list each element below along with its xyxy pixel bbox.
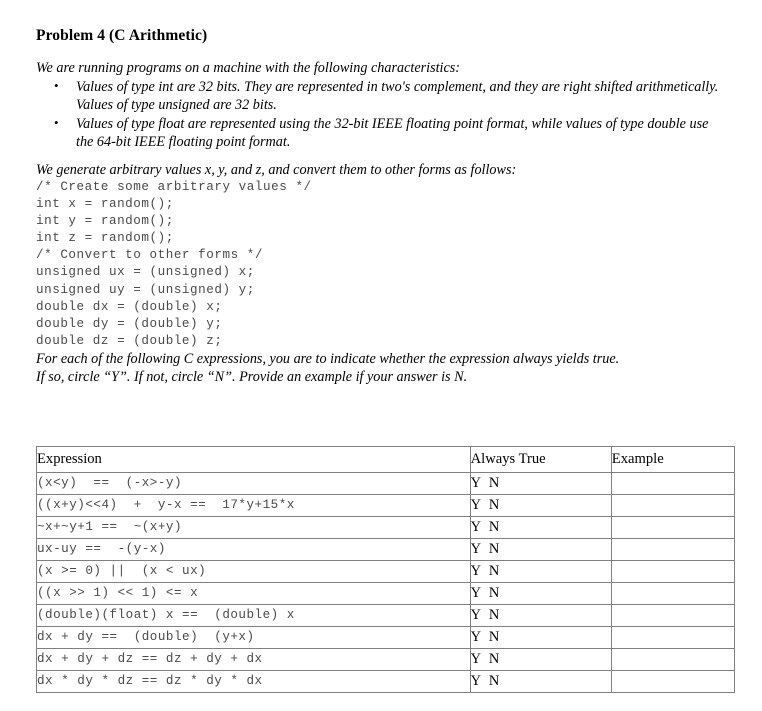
column-header-expression: Expression: [36, 446, 471, 473]
expression-cell: ((x >> 1) << 1) <= x: [36, 582, 471, 605]
always-true-cell[interactable]: Y N: [469, 516, 612, 539]
document-body: Problem 4 (C Arithmetic) We are running …: [36, 26, 736, 387]
always-true-cell[interactable]: Y N: [469, 648, 612, 671]
always-true-cell[interactable]: Y N: [469, 626, 612, 649]
code-line: double dz = (double) z;: [36, 333, 223, 348]
table-header-row: Expression Always True Example: [36, 446, 736, 473]
example-cell[interactable]: [610, 648, 736, 671]
always-true-cell[interactable]: Y N: [469, 538, 612, 561]
list-item: Values of type int are 32 bits. They are…: [36, 77, 724, 115]
example-cell[interactable]: [610, 560, 736, 583]
example-cell[interactable]: [610, 670, 736, 693]
intro-paragraph: We are running programs on a machine wit…: [36, 60, 461, 76]
expression-cell: (x<y) == (-x>-y): [36, 472, 471, 495]
table-row: dx + dy + dz == dz + dy + dx Y N: [36, 648, 736, 671]
code-line: int z = random();: [36, 231, 174, 246]
expression-cell: (x >= 0) || (x < ux): [36, 560, 471, 583]
example-cell[interactable]: [610, 494, 736, 517]
table-row: dx * dy * dz == dz * dy * dx Y N: [36, 670, 736, 693]
code-line: /* Create some arbitrary values */: [36, 180, 312, 194]
expression-cell: ~x+~y+1 == ~(x+y): [36, 516, 471, 539]
always-true-cell[interactable]: Y N: [469, 670, 612, 693]
always-true-cell[interactable]: Y N: [469, 560, 612, 583]
table-body: (x<y) == (-x>-y) Y N ((x+y)<<4) + y-x ==…: [36, 472, 736, 693]
instructions-line-2: If so, circle “Y”. If not, circle “N”. P…: [36, 369, 468, 386]
expression-cell: dx + dy == (double) (y+x): [36, 626, 471, 649]
expression-cell: dx + dy + dz == dz + dy + dx: [36, 648, 471, 671]
code-line: unsigned ux = (unsigned) x;: [36, 265, 255, 280]
table-row: (x >= 0) || (x < ux) Y N: [36, 560, 736, 583]
page-title: Problem 4 (C Arithmetic): [36, 27, 208, 44]
example-cell[interactable]: [610, 582, 736, 605]
always-true-cell[interactable]: Y N: [469, 472, 612, 495]
table-row: ((x >> 1) << 1) <= x Y N: [36, 582, 736, 605]
table-row: (double)(float) x == (double) x Y N: [36, 604, 736, 627]
example-cell[interactable]: [610, 626, 736, 649]
expression-cell: ((x+y)<<4) + y-x == 17*y+15*x: [36, 494, 471, 517]
instructions-line-1: For each of the following C expressions,…: [36, 350, 620, 367]
example-cell[interactable]: [610, 538, 736, 561]
code-line: int x = random();: [36, 197, 174, 212]
code-line: double dx = (double) x;: [36, 299, 223, 314]
code-line: double dy = (double) y;: [36, 316, 223, 331]
code-line: unsigned uy = (unsigned) y;: [36, 282, 255, 297]
table-row: ((x+y)<<4) + y-x == 17*y+15*x Y N: [36, 494, 736, 517]
example-cell[interactable]: [610, 472, 736, 495]
table-row: dx + dy == (double) (y+x) Y N: [36, 626, 736, 649]
example-cell[interactable]: [610, 604, 736, 627]
code-block: /* Create some arbitrary values */ int x …: [36, 179, 736, 350]
expression-cell: (double)(float) x == (double) x: [36, 604, 471, 627]
generate-values-paragraph: We generate arbitrary values x, y, and z…: [36, 161, 517, 178]
always-true-cell[interactable]: Y N: [469, 582, 612, 605]
example-cell[interactable]: [610, 516, 736, 539]
expressions-table: Expression Always True Example (x<y) == …: [36, 446, 736, 693]
column-header-always-true: Always True: [469, 446, 612, 473]
code-line: /* Convert to other forms */: [36, 248, 264, 263]
table-row: ux-uy == -(y-x) Y N: [36, 538, 736, 561]
characteristics-list: Values of type int are 32 bits. They are…: [36, 77, 736, 152]
column-header-example: Example: [610, 446, 736, 473]
list-item: Values of type float are represented usi…: [36, 114, 724, 152]
code-line: int y = random();: [36, 214, 174, 229]
expression-cell: ux-uy == -(y-x): [36, 538, 471, 561]
expression-cell: dx * dy * dz == dz * dy * dx: [36, 670, 471, 693]
table-row: ~x+~y+1 == ~(x+y) Y N: [36, 516, 736, 539]
always-true-cell[interactable]: Y N: [469, 604, 612, 627]
table-row: (x<y) == (-x>-y) Y N: [36, 472, 736, 495]
always-true-cell[interactable]: Y N: [469, 494, 612, 517]
